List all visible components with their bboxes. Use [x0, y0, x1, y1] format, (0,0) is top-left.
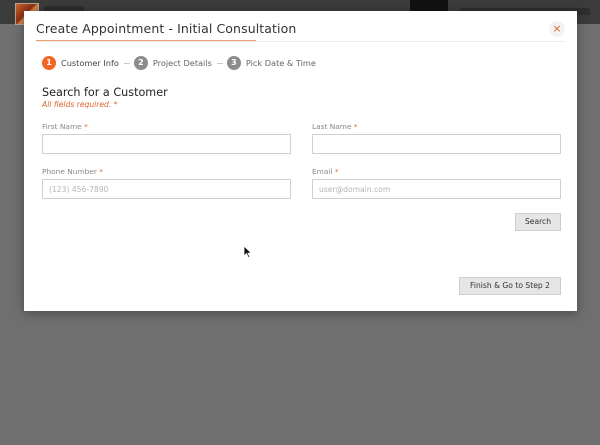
modal-title: Create Appointment - Initial Consultatio…	[36, 21, 297, 36]
step-separator	[216, 62, 223, 64]
email-label: Email *	[312, 167, 339, 176]
first-name-field[interactable]	[42, 134, 291, 154]
last-name-field[interactable]	[312, 134, 561, 154]
wizard-steps: 1 Customer Info 2 Project Details 3 Pick…	[42, 55, 316, 71]
mouse-pointer-icon	[243, 245, 253, 259]
phone-label: Phone Number *	[42, 167, 103, 176]
step-number-badge: 3	[226, 56, 241, 70]
phone-field[interactable]	[42, 179, 291, 199]
step-number-badge: 1	[42, 56, 56, 70]
email-field[interactable]	[312, 179, 561, 199]
header-divider	[36, 41, 565, 42]
step-label: Pick Date & Time	[245, 58, 316, 68]
search-button[interactable]: Search	[515, 213, 561, 231]
last-name-label: Last Name *	[312, 122, 358, 131]
step-customer-info[interactable]: 1 Customer Info	[42, 56, 119, 70]
create-appointment-modal: Create Appointment - Initial Consultatio…	[24, 11, 577, 311]
close-icon[interactable]: ×	[549, 21, 565, 37]
step-project-details[interactable]: 2 Project Details	[133, 56, 212, 70]
step-number-badge: 2	[133, 56, 148, 70]
step-separator	[123, 62, 130, 64]
first-name-label: First Name *	[42, 122, 88, 131]
step-label: Customer Info	[61, 58, 119, 68]
step-pick-date-time[interactable]: 3 Pick Date & Time	[226, 56, 316, 70]
section-title: Search for a Customer	[42, 86, 168, 99]
step-label: Project Details	[152, 58, 212, 68]
required-note: All fields required. *	[42, 100, 118, 109]
finish-step-1-button[interactable]: Finish & Go to Step 2	[459, 277, 561, 295]
